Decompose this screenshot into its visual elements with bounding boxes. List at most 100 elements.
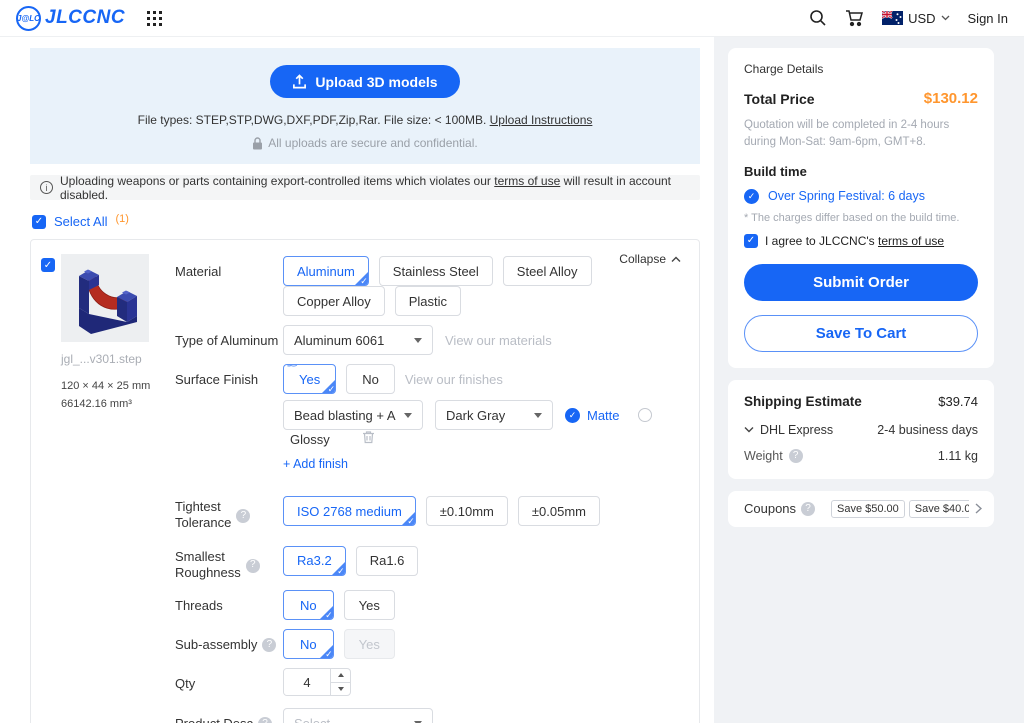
3d-part-preview <box>61 254 149 342</box>
product-desc-help-icon[interactable]: ? <box>258 717 272 723</box>
file-name: jgl_...v301.step <box>61 352 157 366</box>
roughness-help-icon[interactable]: ? <box>246 559 260 573</box>
part-card: Collapse ✓ <box>30 239 700 723</box>
shipping-estimate-card: Shipping Estimate $39.74 DHL Express 2-4… <box>728 380 994 479</box>
coupons-help-icon[interactable]: ? <box>801 502 815 516</box>
upload-icon <box>292 74 307 89</box>
sub-assembly-yes: Yes <box>344 629 395 659</box>
weight-help-icon[interactable]: ? <box>789 449 803 463</box>
apps-grid-icon[interactable] <box>147 11 162 26</box>
part-checkbox[interactable]: ✓ <box>41 258 55 272</box>
upload-instructions-link[interactable]: Upload Instructions <box>490 113 593 127</box>
build-time-option[interactable]: Over Spring Festival: 6 days <box>768 189 925 203</box>
remove-finish-icon[interactable] <box>362 430 375 449</box>
glossy-radio[interactable] <box>638 408 652 422</box>
coupon-save-50[interactable]: Save $50.00 <box>831 500 905 518</box>
matte-radio[interactable]: ✓ <box>565 408 580 423</box>
chevron-down-icon <box>941 15 950 21</box>
material-option-copper-alloy[interactable]: Copper Alloy <box>283 286 385 316</box>
tolerance-option-iso[interactable]: ISO 2768 medium✓ <box>283 496 416 526</box>
select-all-label[interactable]: Select All <box>54 214 107 229</box>
product-desc-label: Product Desc ? <box>175 708 283 723</box>
view-finishes-link[interactable]: View our finishes <box>405 372 503 387</box>
tolerance-label: TightestTolerance ? <box>175 491 283 532</box>
add-finish-link[interactable]: + Add finish <box>283 457 348 471</box>
tolerance-help-icon[interactable]: ? <box>236 509 250 523</box>
sub-assembly-help-icon[interactable]: ? <box>262 638 276 652</box>
cart-icon[interactable] <box>845 9 864 27</box>
shipping-price: $39.74 <box>938 394 978 409</box>
tolerance-option-005[interactable]: ±0.05mm <box>518 496 600 526</box>
type-of-aluminum-label: Type of Aluminum <box>175 325 283 355</box>
coupons-label: Coupons ? <box>744 501 815 516</box>
shipping-title: Shipping Estimate <box>744 394 862 409</box>
info-icon: i <box>40 181 53 194</box>
finish-type-select[interactable]: Bead blasting + Anodizi <box>283 400 423 430</box>
build-time-label: Build time <box>744 164 978 179</box>
build-time-note: * The charges differ based on the build … <box>744 212 978 224</box>
secure-note: All uploads are secure and confidential. <box>252 136 477 150</box>
roughness-label: SmallestRoughness ? <box>175 541 283 582</box>
sub-assembly-label: Sub-assembly ? <box>175 629 283 659</box>
coupons-next-arrow[interactable] <box>975 503 982 514</box>
order-summary-sidebar: Charge Details Total Price $130.12 Quota… <box>714 37 1024 723</box>
material-option-aluminum[interactable]: Aluminum✓ <box>283 256 369 286</box>
sidebar-terms-link[interactable]: terms of use <box>878 234 944 248</box>
upload-3d-models-button[interactable]: Upload 3D models <box>270 65 459 98</box>
chevron-down-icon <box>744 426 754 433</box>
threads-yes[interactable]: Yes <box>344 590 395 620</box>
caret-down-icon <box>414 338 422 343</box>
aluminum-type-select[interactable]: Aluminum 6061 <box>283 325 433 355</box>
coupon-save-40[interactable]: Save $40.00 <box>909 500 969 518</box>
quantity-input[interactable] <box>284 669 330 695</box>
currency-label: USD <box>908 11 935 26</box>
part-thumbnail[interactable] <box>61 254 149 342</box>
save-to-cart-button[interactable]: Save To Cart <box>744 315 978 352</box>
total-price-label: Total Price <box>744 91 815 107</box>
caret-down-icon <box>404 413 412 418</box>
surface-finish-no[interactable]: No <box>346 364 395 394</box>
top-nav: J@LC JLCCNC <box>0 0 1024 37</box>
product-desc-select[interactable]: Select <box>283 708 433 723</box>
sub-assembly-no[interactable]: No✓ <box>283 629 334 659</box>
jlc-logo-icon: J@LC <box>16 6 41 31</box>
upload-file-info: File types: STEP,STP,DWG,DXF,PDF,Zip,Rar… <box>138 113 593 127</box>
currency-selector[interactable]: USD <box>882 11 949 26</box>
charge-details-title: Charge Details <box>744 62 978 76</box>
select-all-checkbox[interactable]: ✓ <box>32 215 46 229</box>
submit-order-button[interactable]: Submit Order <box>744 264 978 301</box>
select-all-count: (1) <box>115 213 128 225</box>
build-time-radio[interactable]: ✓ <box>744 189 759 204</box>
collapse-toggle[interactable]: Collapse <box>619 252 681 266</box>
terms-of-use-link[interactable]: terms of use <box>494 174 560 188</box>
roughness-option-ra32[interactable]: Ra3.2✓ <box>283 546 346 576</box>
surface-finish-label: Surface Finish <box>175 364 283 394</box>
matte-label[interactable]: Matte <box>587 408 620 423</box>
country-flag-icon <box>882 11 903 25</box>
sign-in-button[interactable]: Sign In <box>968 11 1008 26</box>
qty-increment-button[interactable] <box>331 669 350 682</box>
surface-finish-yes[interactable]: Yes✓ <box>283 364 336 394</box>
roughness-option-ra16[interactable]: Ra1.6 <box>356 546 419 576</box>
qty-label: Qty <box>175 668 283 696</box>
charge-details-card: Charge Details Total Price $130.12 Quota… <box>728 48 994 368</box>
view-materials-link[interactable]: View our materials <box>445 333 552 348</box>
material-option-stainless-steel[interactable]: Stainless Steel <box>379 256 493 286</box>
lock-icon <box>252 137 263 150</box>
caret-down-icon <box>534 413 542 418</box>
finish-color-select[interactable]: Dark Gray <box>435 400 553 430</box>
chevron-up-icon <box>671 256 681 263</box>
shipping-carrier[interactable]: DHL Express <box>744 423 833 437</box>
tolerance-option-010[interactable]: ±0.10mm <box>426 496 508 526</box>
glossy-label[interactable]: Glossy <box>290 432 330 447</box>
qty-decrement-button[interactable] <box>331 682 350 696</box>
upload-section: Upload 3D models File types: STEP,STP,DW… <box>30 48 700 164</box>
quotation-note: Quotation will be completed in 2-4 hours… <box>744 117 978 152</box>
agree-terms-checkbox[interactable]: ✓ <box>744 234 758 248</box>
search-icon[interactable] <box>809 9 827 27</box>
material-option-steel-alloy[interactable]: Steel Alloy <box>503 256 592 286</box>
threads-no[interactable]: No✓ <box>283 590 334 620</box>
material-option-plastic[interactable]: Plastic <box>395 286 461 316</box>
shipping-days: 2-4 business days <box>877 423 978 437</box>
jlccnc-logo[interactable]: J@LC JLCCNC <box>16 6 125 31</box>
